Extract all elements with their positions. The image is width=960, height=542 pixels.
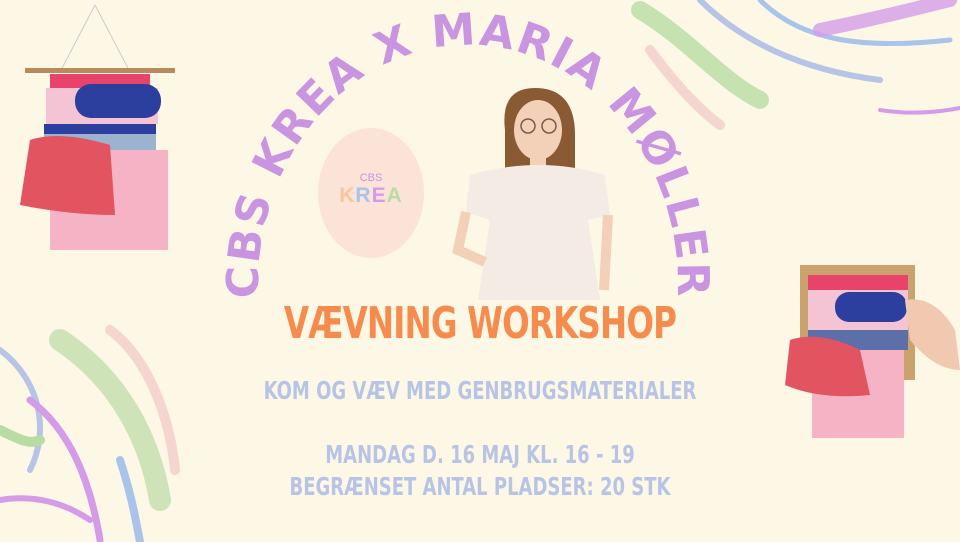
cbs-krea-logo: CBS KREA bbox=[318, 128, 424, 258]
person-photo bbox=[452, 88, 613, 300]
brush-strokes-bottom-left bbox=[0, 325, 180, 542]
capacity-line: BEGRÆNSET ANTAL PLADSER: 20 STK bbox=[289, 472, 671, 501]
logo-krea-text: KREA bbox=[318, 184, 424, 208]
logo-letter: R bbox=[355, 184, 372, 207]
weaving-wall-hanging-image bbox=[20, 4, 175, 250]
brush-strokes-top-right bbox=[631, 0, 960, 130]
logo-letter: A bbox=[386, 184, 403, 207]
logo-letter: E bbox=[371, 184, 387, 207]
weaving-loom-image bbox=[785, 265, 960, 438]
logo-cbs-text: CBS bbox=[359, 172, 383, 184]
headline: VÆVNING WORKSHOP bbox=[283, 298, 677, 349]
date-line: MANDAG D. 16 MAJ KL. 16 - 19 bbox=[325, 440, 635, 469]
subtitle: KOM OG VÆV MED GENBRUGSMATERIALER bbox=[263, 376, 697, 405]
logo-letter: K bbox=[339, 184, 356, 207]
